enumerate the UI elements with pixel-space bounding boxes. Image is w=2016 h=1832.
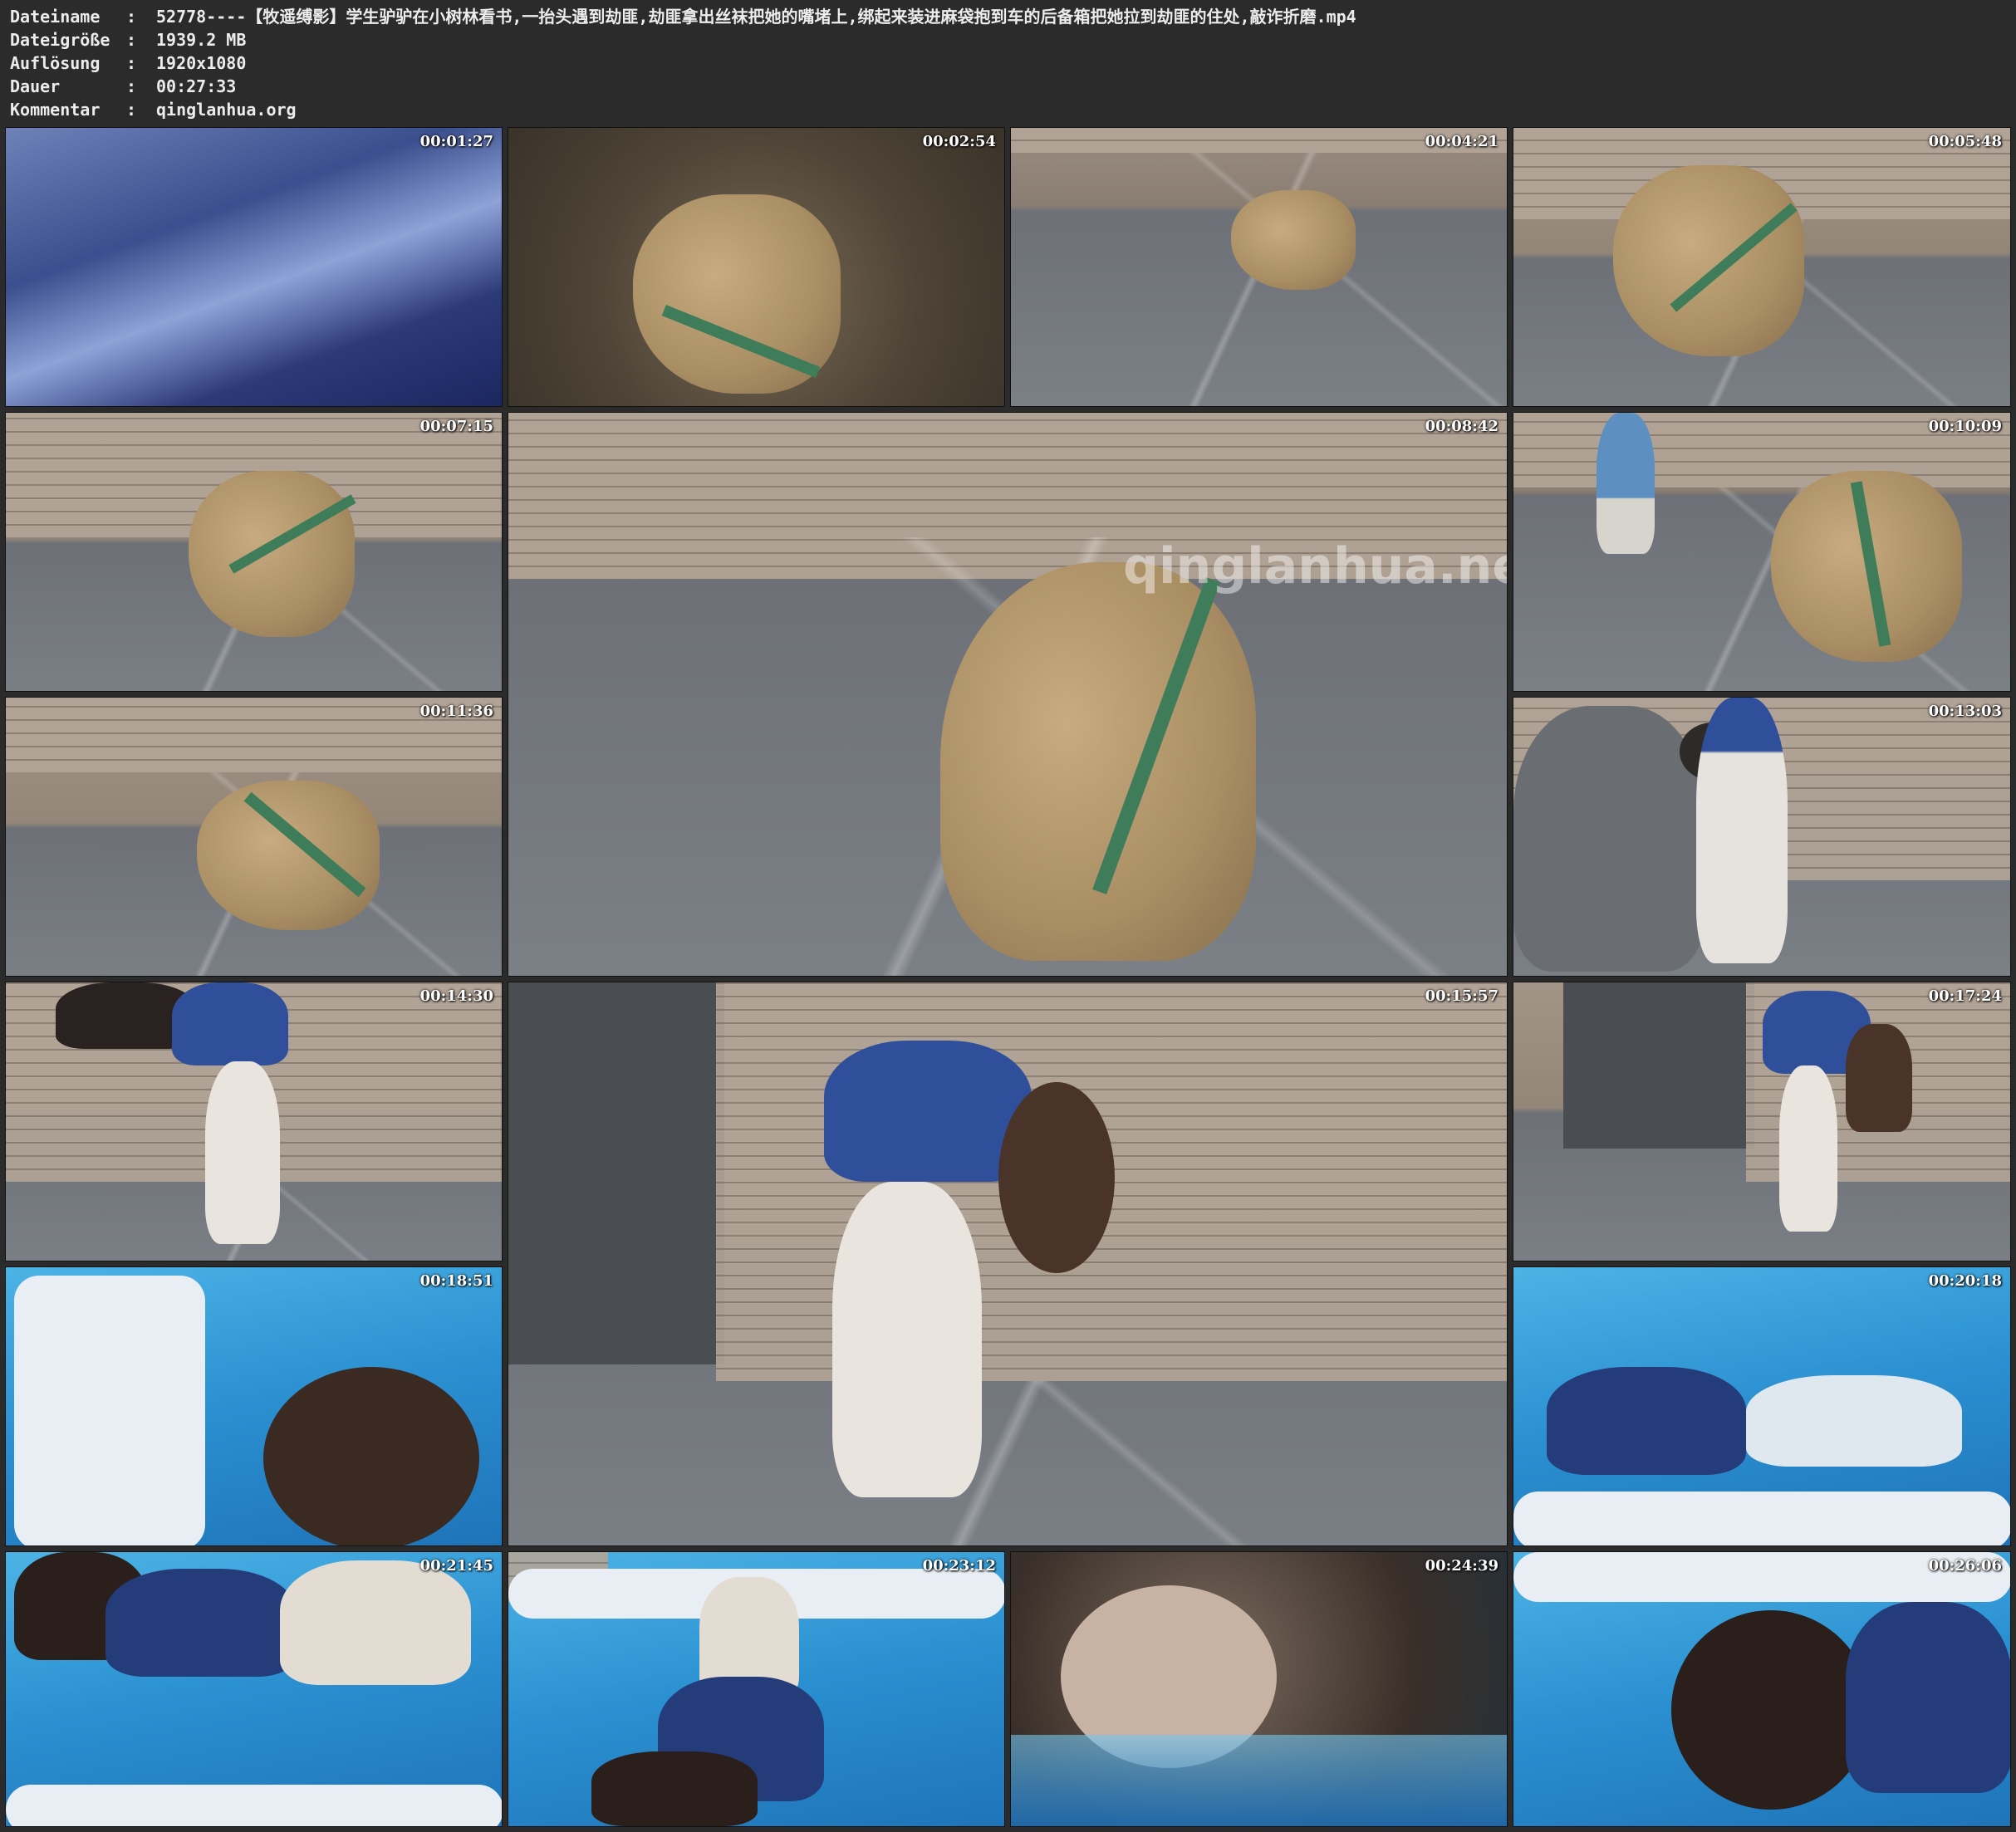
thumbnail-frame: 00:21:45 [5, 1551, 503, 1827]
timestamp-label: 00:18:51 [419, 1272, 493, 1290]
thumbnail-frame: 00:18:51 [5, 1266, 503, 1546]
sack-image [189, 471, 355, 637]
thumbnail-frame: 00:01:27 [5, 127, 503, 407]
person-legs [1779, 1065, 1837, 1232]
thumbnail-frame: 00:02:54 [508, 127, 1005, 407]
pool-rim [1513, 1492, 2010, 1545]
watermark-text: qinglanhua.net [1123, 537, 1508, 595]
timestamp-label: 00:04:21 [1425, 133, 1499, 150]
sack-image [1231, 190, 1356, 290]
person-legs [832, 1182, 982, 1497]
timestamp-label: 00:21:45 [419, 1557, 493, 1575]
timestamp-label: 00:14:30 [419, 987, 493, 1005]
thumbnail-frame: 00:26:06 [1513, 1551, 2011, 1827]
thumbnail-frame: 00:10:09 [1513, 412, 2011, 692]
thumbnail-frame: 00:07:15 [5, 412, 503, 692]
person-figure [1597, 413, 1655, 554]
person-hair [998, 1082, 1115, 1273]
timestamp-label: 00:13:03 [1928, 703, 2002, 720]
sack-image [197, 781, 380, 930]
timestamp-label: 00:15:57 [1425, 987, 1499, 1005]
timestamp-label: 00:17:24 [1928, 987, 2002, 1005]
pool-rim [6, 1785, 502, 1826]
thumbnail-grid: 00:01:27 00:02:54 00:04:21 00:05:48 00:0… [0, 0, 2016, 1832]
thumbnail-frame: 00:04:21 [1010, 127, 1508, 407]
person-figure [105, 1569, 297, 1677]
thumbnail-frame: 00:13:03 [1513, 697, 2011, 977]
thumbnail-frame: 00:20:18 [1513, 1266, 2011, 1546]
timestamp-label: 00:23:12 [922, 1557, 996, 1575]
thumbnail-frame: 00:14:30 [5, 982, 503, 1261]
timestamp-label: 00:26:06 [1928, 1557, 2002, 1575]
thumbnail-frame: 00:11:36 [5, 697, 503, 977]
timestamp-label: 00:02:54 [922, 133, 996, 150]
person-legs [1746, 1375, 1962, 1467]
curtain [1563, 982, 1754, 1149]
person-hair [263, 1367, 479, 1545]
person-figure [1513, 706, 1705, 972]
pool-water [1011, 1735, 1507, 1826]
timestamp-label: 00:20:18 [1928, 1272, 2002, 1290]
thumbnail-frame: 00:15:57 [508, 982, 1508, 1546]
timestamp-label: 00:10:09 [1928, 418, 2002, 435]
thumbnail-frame: 00:17:24 [1513, 982, 2011, 1261]
timestamp-label: 00:01:27 [419, 133, 493, 150]
thumbnail-frame: qinglanhua.net 00:08:42 [508, 412, 1508, 977]
person-hair [1846, 1024, 1912, 1132]
person-hair [1671, 1610, 1871, 1810]
timestamp-label: 00:11:36 [419, 703, 493, 720]
timestamp-label: 00:07:15 [419, 418, 493, 435]
curtain [508, 982, 724, 1364]
pool-rim [14, 1276, 205, 1545]
sack-image [1613, 165, 1804, 356]
timestamp-label: 00:05:48 [1928, 133, 2002, 150]
person-figure [172, 982, 288, 1065]
thumbnail-frame: 00:23:12 [508, 1551, 1005, 1827]
person-legs [280, 1560, 471, 1685]
timestamp-label: 00:08:42 [1425, 418, 1499, 435]
sack-image [940, 562, 1256, 961]
person-hair [591, 1751, 758, 1826]
person-legs [205, 1061, 280, 1244]
thumbnail-frame: 00:24:39 [1010, 1551, 1508, 1827]
person-figure [1547, 1367, 1746, 1475]
timestamp-label: 00:24:39 [1425, 1557, 1499, 1575]
thumbnail-frame: 00:05:48 [1513, 127, 2011, 407]
person-figure [1846, 1602, 2010, 1793]
tile-floor [508, 1381, 1507, 1545]
person-figure [1696, 698, 1788, 963]
